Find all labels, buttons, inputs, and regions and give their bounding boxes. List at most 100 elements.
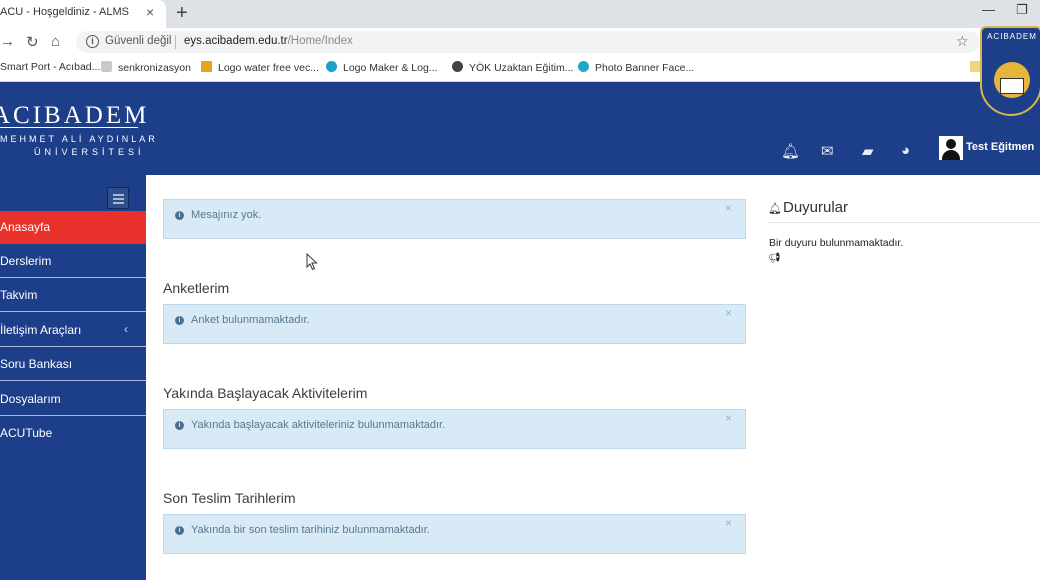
chevron-left-icon: ‹	[124, 322, 128, 336]
bookmark-item[interactable]: YÖK Uzaktan Eğitim...	[452, 61, 573, 74]
bookmark-favicon	[201, 61, 212, 72]
bookmark-label: Smart Port - Acıbad...	[0, 61, 101, 73]
browser-toolbar: → ↻ ⌂ i Güvenli değil eys.acibadem.edu.t…	[0, 28, 1040, 56]
forward-icon[interactable]: →	[0, 33, 15, 50]
alert-text: Mesajınız yok.	[191, 209, 262, 221]
sidebar-item-label: Anasayfa	[0, 220, 51, 234]
url-path: /Home/Index	[287, 35, 353, 47]
sidebar-item-label: Derslerim	[0, 254, 52, 268]
logo-subtitle-2: ÜNİVERSİTESİ	[34, 147, 145, 157]
upcoming-alert: i Yakında başlayacak aktiviteleriniz bul…	[163, 409, 746, 449]
avatar-head	[946, 139, 956, 149]
hamburger-line	[113, 194, 124, 196]
hamburger-line	[113, 202, 124, 204]
globe-icon	[452, 61, 463, 72]
minimize-icon[interactable]: —	[982, 2, 995, 17]
address-divider	[175, 35, 176, 49]
logo-title: ACIBADEM	[0, 102, 150, 129]
reload-icon[interactable]: ↻	[26, 33, 39, 51]
sidebar-item-takvim[interactable]: Takvim	[0, 279, 146, 312]
university-emblem: ACIBADEM	[980, 26, 1040, 116]
close-icon[interactable]: ×	[725, 201, 732, 215]
sidebar-item-soru-bankasi[interactable]: Soru Bankası	[0, 348, 146, 381]
browser-tab[interactable]: ACU - Hoşgeldiniz - ALMS ×	[0, 0, 166, 28]
tab-title: ACU - Hoşgeldiniz - ALMS	[0, 6, 129, 18]
alert-text: Yakında başlayacak aktiviteleriniz bulun…	[191, 419, 446, 431]
announcements-title: Duyurular	[783, 199, 849, 216]
bookmark-label: Photo Banner Face...	[595, 62, 695, 74]
mail-icon[interactable]: ✉	[821, 142, 834, 160]
announcements-empty-text: Bir duyuru bulunmamaktadır.	[769, 237, 904, 249]
sidebar-item-anasayfa[interactable]: Anasayfa	[0, 211, 146, 244]
bookmark-label: YÖK Uzaktan Eğitim...	[469, 62, 574, 74]
bookmarks-bar: Smart Port - Acıbad... senkronizasyon Lo…	[0, 56, 1040, 82]
tab-close-icon[interactable]: ×	[146, 4, 154, 20]
bell-icon[interactable]: 🔔︎	[781, 142, 800, 160]
url-host: eys.acibadem.edu.tr	[184, 35, 288, 47]
sidebar: Anasayfa Derslerim Takvim İletişim Araçl…	[0, 175, 146, 580]
hamburger-line	[113, 198, 124, 200]
bookmark-favicon	[578, 61, 589, 72]
deadlines-alert: i Yakında bir son teslim tarihiniz bulun…	[163, 514, 746, 554]
emblem-book	[1000, 78, 1024, 94]
mouse-cursor-icon	[306, 253, 318, 271]
sidebar-item-acutube[interactable]: ACUTube	[0, 417, 146, 450]
info-icon: i	[175, 421, 184, 430]
address-bar[interactable]: i Güvenli değil eys.acibadem.edu.tr/Home…	[76, 31, 980, 53]
logo-subtitle-1: MEHMET ALİ AYDINLAR	[0, 134, 158, 144]
sidebar-item-derslerim[interactable]: Derslerim	[0, 245, 146, 278]
bookmark-item[interactable]: Logo water free vec...	[201, 61, 319, 74]
bookmark-item[interactable]: Photo Banner Face...	[578, 61, 694, 74]
bookmark-item[interactable]: Logo Maker & Log...	[326, 61, 438, 74]
sidebar-item-label: Takvim	[0, 288, 38, 302]
info-icon: i	[175, 526, 184, 535]
sidebar-item-iletisim-araclari[interactable]: İletişim Araçları ‹	[0, 314, 146, 347]
megaphone-icon: 📢︎	[768, 253, 781, 264]
bookmark-item[interactable]: Smart Port - Acıbad...	[0, 61, 100, 73]
home-icon[interactable]: ⌂	[51, 33, 60, 50]
security-label[interactable]: Güvenli değil	[105, 35, 171, 47]
logo-divider	[0, 127, 138, 128]
avatar-body	[942, 150, 960, 160]
user-name: Test Eğitmen	[966, 141, 1035, 153]
section-title-upcoming: Yakında Başlayacak Aktivitelerim	[163, 385, 368, 401]
messages-alert: i Mesajınız yok. ×	[163, 199, 746, 239]
section-title-surveys: Anketlerim	[163, 280, 230, 296]
sidebar-item-dosyalarim[interactable]: Dosyalarım	[0, 383, 146, 416]
bookmark-item[interactable]: senkronizasyon	[101, 61, 191, 74]
site-header: ACIBADEM MEHMET ALİ AYDINLAR ÜNİVERSİTES…	[0, 82, 1040, 175]
globe-icon[interactable]: ◕	[901, 142, 910, 159]
sidebar-item-label: Dosyalarım	[0, 392, 61, 406]
sidebar-item-label: ACUTube	[0, 426, 53, 440]
surveys-alert: i Anket bulunmamaktadır. ×	[163, 304, 746, 344]
main-content: i Mesajınız yok. × Anketlerim i Anket bu…	[146, 175, 1040, 580]
url-text[interactable]: eys.acibadem.edu.tr/Home/Index	[184, 35, 353, 47]
bookmark-star-icon[interactable]: ☆	[956, 33, 969, 50]
close-icon[interactable]: ×	[725, 411, 732, 425]
avatar[interactable]	[939, 136, 963, 160]
book-icon[interactable]: ▰	[862, 142, 874, 160]
info-icon: i	[175, 211, 184, 220]
close-icon[interactable]: ×	[725, 306, 732, 320]
bookmark-label: Logo Maker & Log...	[343, 62, 438, 74]
info-icon: i	[175, 316, 184, 325]
bookmark-label: Logo water free vec...	[218, 62, 319, 74]
menu-toggle-button[interactable]	[107, 187, 129, 209]
section-title-deadlines: Son Teslim Tarihlerim	[163, 490, 296, 506]
browser-tab-bar: ACU - Hoşgeldiniz - ALMS × + — ❐	[0, 0, 1040, 28]
emblem-text: ACIBADEM	[987, 32, 1037, 41]
page-icon	[101, 61, 112, 72]
bookmark-label: senkronizasyon	[118, 62, 191, 74]
restore-icon[interactable]: ❐	[1016, 2, 1028, 18]
bell-icon: 🔔︎	[768, 203, 782, 215]
new-tab-button[interactable]: +	[176, 2, 188, 25]
sidebar-item-label: İletişim Araçları	[0, 323, 82, 337]
announcements-header: 🔔︎ Duyurular	[768, 199, 1040, 223]
alert-text: Yakında bir son teslim tarihiniz bulunma…	[191, 524, 430, 536]
close-icon[interactable]: ×	[725, 516, 732, 530]
alert-text: Anket bulunmamaktadır.	[191, 314, 310, 326]
sidebar-item-label: Soru Bankası	[0, 357, 73, 371]
user-menu[interactable]: Test Eğitmen ⌄	[966, 140, 1040, 153]
info-icon[interactable]: i	[86, 35, 99, 48]
bookmark-favicon	[326, 61, 337, 72]
